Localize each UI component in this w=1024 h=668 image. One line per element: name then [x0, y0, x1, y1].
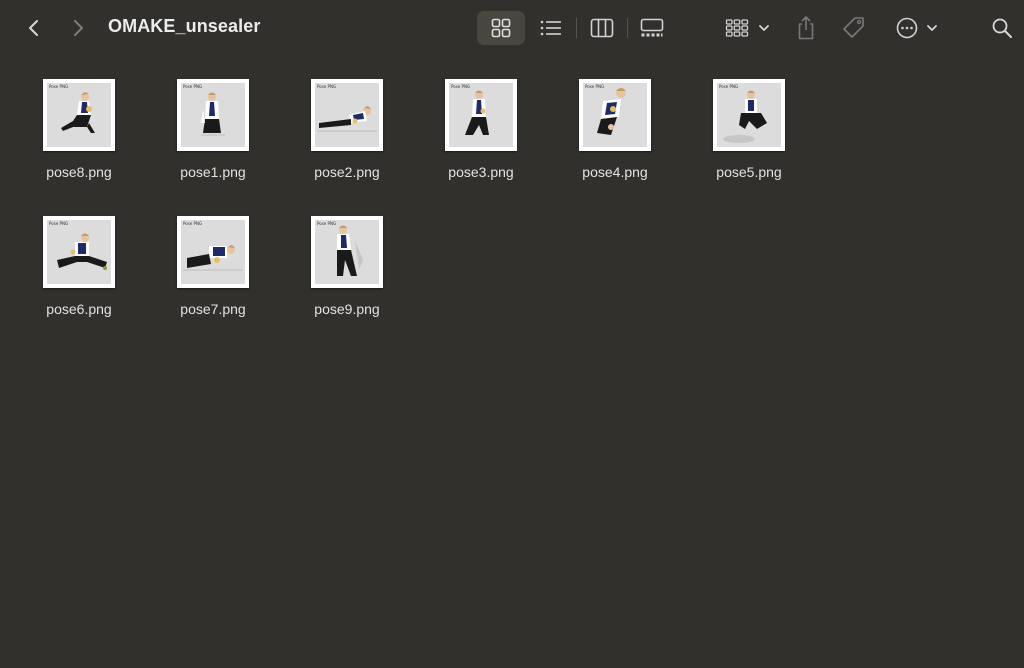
file-item[interactable]: Pose PNG pose1.png [161, 79, 265, 189]
search-icon [992, 18, 1012, 38]
file-name: pose4.png [582, 164, 648, 180]
file-thumbnail: Pose PNG [43, 79, 115, 151]
thumb-caption: Pose PNG [317, 84, 337, 89]
thumb-caption: Pose PNG [49, 221, 69, 226]
thumb-caption: Pose PNG [451, 84, 471, 89]
file-thumbnail: Pose PNG [43, 216, 115, 288]
gallery-icon [640, 18, 664, 37]
more-actions-button[interactable] [891, 14, 943, 42]
pose-image [61, 92, 95, 133]
forward-button[interactable] [66, 16, 90, 40]
file-thumbnail: Pose PNG [177, 79, 249, 151]
thumb-caption: Pose PNG [317, 221, 337, 226]
grid-icon [491, 18, 511, 38]
pose-image [201, 92, 225, 136]
pose-image [723, 90, 767, 143]
column-view-button[interactable] [578, 11, 626, 45]
search-button[interactable] [988, 14, 1016, 42]
file-name: pose6.png [46, 301, 112, 317]
file-name: pose1.png [180, 164, 246, 180]
pose-image [597, 88, 626, 135]
share-icon [798, 16, 814, 40]
view-divider [576, 18, 577, 38]
file-item[interactable]: Pose PNG pose6.png [27, 216, 131, 326]
tag-button[interactable] [840, 14, 868, 42]
thumb-caption: Pose PNG [719, 84, 739, 89]
file-item[interactable]: Pose PNG pose5.png [697, 79, 801, 189]
file-thumbnail: Pose PNG [713, 79, 785, 151]
file-item[interactable]: Pose PNG pose8.png [27, 79, 131, 189]
pose-image [317, 106, 377, 132]
file-name: pose9.png [314, 301, 380, 317]
file-thumbnail: Pose PNG [445, 79, 517, 151]
columns-icon [590, 18, 614, 38]
tag-icon [843, 17, 864, 38]
icon-view-button[interactable] [477, 11, 525, 45]
back-button[interactable] [22, 16, 46, 40]
finder-window: OMAKE_unsealer Pose PNG pose8.png Pose P… [0, 0, 1024, 668]
group-grid-icon [725, 19, 749, 37]
file-name: pose5.png [716, 164, 782, 180]
thumb-caption: Pose PNG [183, 221, 203, 226]
list-view-button[interactable] [527, 11, 575, 45]
pose-image [57, 233, 107, 270]
thumb-caption: Pose PNG [585, 84, 605, 89]
file-item[interactable]: Pose PNG pose9.png [295, 216, 399, 326]
ellipsis-circle-icon [896, 17, 918, 39]
file-thumbnail: Pose PNG [579, 79, 651, 151]
window-title: OMAKE_unsealer [108, 16, 261, 36]
file-item[interactable]: Pose PNG pose3.png [429, 79, 533, 189]
file-item[interactable]: Pose PNG pose2.png [295, 79, 399, 189]
chevron-down-icon [927, 25, 937, 31]
pose-image [337, 225, 363, 276]
file-item[interactable]: Pose PNG pose4.png [563, 79, 667, 189]
file-name: pose2.png [314, 164, 380, 180]
file-thumbnail: Pose PNG [311, 216, 383, 288]
pose-image [183, 245, 243, 271]
pose-image [465, 90, 489, 135]
file-name: pose7.png [180, 301, 246, 317]
chevron-left-icon [29, 20, 38, 36]
file-item[interactable]: Pose PNG pose7.png [161, 216, 265, 326]
file-thumbnail: Pose PNG [177, 216, 249, 288]
chevron-right-icon [74, 20, 83, 36]
file-name: pose8.png [46, 164, 112, 180]
list-icon [540, 20, 561, 36]
file-thumbnail: Pose PNG [311, 79, 383, 151]
toolbar: OMAKE_unsealer [0, 0, 1024, 56]
chevron-down-icon [759, 25, 769, 31]
thumb-caption: Pose PNG [49, 84, 69, 89]
gallery-view-button[interactable] [628, 11, 676, 45]
group-by-button[interactable] [722, 14, 774, 42]
share-button[interactable] [792, 14, 820, 42]
thumb-caption: Pose PNG [183, 84, 203, 89]
file-name: pose3.png [448, 164, 514, 180]
